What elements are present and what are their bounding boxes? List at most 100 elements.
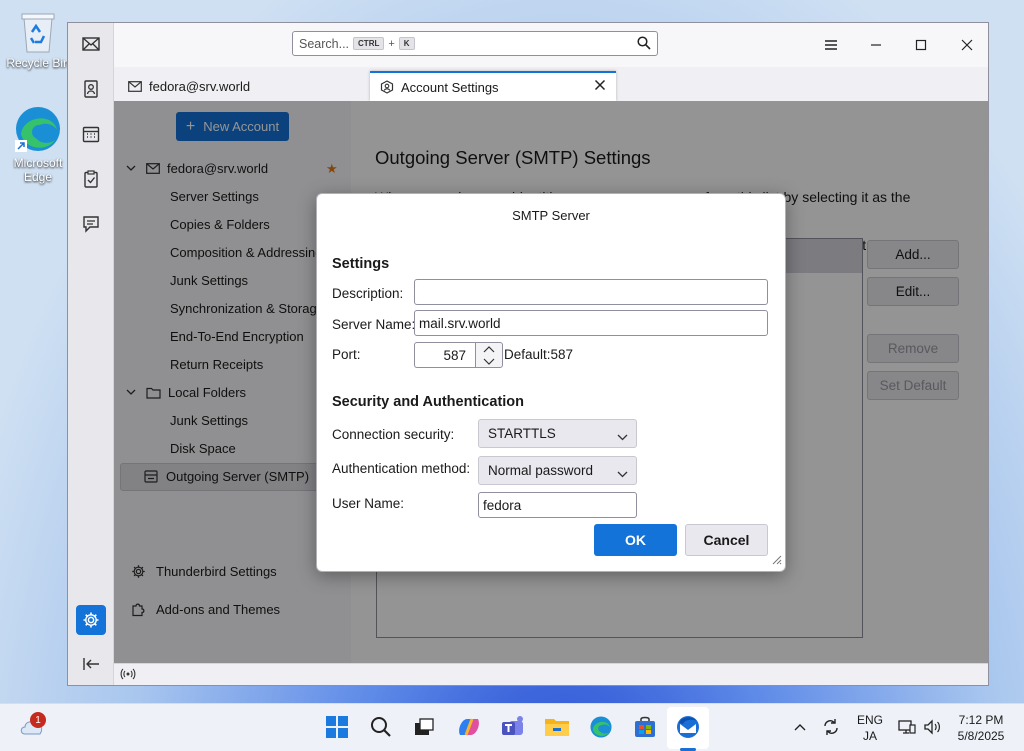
calendar-icon xyxy=(82,126,100,143)
connection-security-label: Connection security: xyxy=(332,427,455,442)
security-header: Security and Authentication xyxy=(332,394,525,410)
stepper-down-icon[interactable] xyxy=(476,355,502,367)
store-button[interactable] xyxy=(631,713,659,741)
app-menu-button[interactable] xyxy=(821,35,841,55)
global-search-input[interactable]: Search... CTRL + K xyxy=(292,31,658,56)
mail-icon xyxy=(82,37,100,51)
clock[interactable]: 7:12 PM 5/8/2025 xyxy=(948,712,1014,744)
port-label: Port: xyxy=(332,347,361,362)
gear-icon xyxy=(83,612,99,628)
copilot-button[interactable] xyxy=(455,713,483,741)
copilot-icon xyxy=(459,718,479,736)
address-book-space-button[interactable] xyxy=(76,74,106,104)
title-bar: Search... CTRL + K xyxy=(114,23,988,67)
chevron-up-icon xyxy=(794,724,806,731)
chat-icon xyxy=(83,216,99,233)
task-view-button[interactable] xyxy=(410,713,438,741)
port-stepper[interactable] xyxy=(475,342,503,368)
tab-account-settings-label: Account Settings xyxy=(401,79,499,95)
chevron-down-icon xyxy=(617,466,628,481)
recycle-bin-icon xyxy=(21,13,55,53)
sync-icon xyxy=(824,719,838,735)
thunderbird-icon xyxy=(677,716,699,738)
edge-label: Microsoft Edge xyxy=(13,156,63,184)
minimize-icon xyxy=(871,44,881,46)
minimize-button[interactable] xyxy=(866,35,886,55)
online-status-icon[interactable] xyxy=(120,667,136,684)
recycle-bin-label: Recycle Bin xyxy=(6,56,70,70)
calendar-space-button[interactable] xyxy=(76,119,106,149)
cancel-button[interactable]: Cancel xyxy=(685,524,768,556)
close-icon xyxy=(961,39,973,51)
chevron-down-icon xyxy=(617,429,628,444)
connection-security-select[interactable]: STARTTLS xyxy=(478,419,637,448)
desktop-icon-edge[interactable]: Microsoft Edge xyxy=(3,104,73,184)
sync-tray-button[interactable] xyxy=(817,713,845,741)
search-placeholder: Search... xyxy=(299,36,350,51)
server-name-label: Server Name: xyxy=(332,317,416,332)
windows-start-icon xyxy=(326,716,348,738)
connection-security-value: STARTTLS xyxy=(488,426,556,441)
language-bottom: JA xyxy=(862,729,877,743)
port-default-text: Default:587 xyxy=(504,347,574,362)
auth-method-value: Normal password xyxy=(488,463,594,478)
resize-grip-icon[interactable] xyxy=(770,553,782,568)
username-label: User Name: xyxy=(332,496,405,511)
maximize-icon xyxy=(915,39,927,51)
collapse-left-icon xyxy=(83,658,99,670)
description-input[interactable] xyxy=(414,279,768,305)
edge-taskbar-button[interactable] xyxy=(587,713,615,741)
account-settings-icon xyxy=(380,80,394,94)
tab-mail[interactable]: fedora@srv.world xyxy=(118,71,364,101)
maximize-button[interactable] xyxy=(911,35,931,55)
smtp-server-dialog: SMTP Server Settings Description: Server… xyxy=(316,193,786,572)
username-input[interactable]: fedora xyxy=(478,492,637,518)
mail-space-button[interactable] xyxy=(76,29,106,59)
notification-badge: 1 xyxy=(30,712,46,728)
desktop-icon-recycle-bin[interactable]: Recycle Bin xyxy=(3,10,73,70)
stepper-up-icon[interactable] xyxy=(476,343,502,355)
show-hidden-icons-button[interactable] xyxy=(786,713,814,741)
status-bar xyxy=(114,663,988,685)
chat-space-button[interactable] xyxy=(76,209,106,239)
dialog-title: SMTP Server xyxy=(512,208,590,223)
close-tab-icon[interactable] xyxy=(594,79,606,94)
volume-tray-button[interactable] xyxy=(918,713,946,741)
tab-account-settings[interactable]: Account Settings xyxy=(370,71,616,101)
port-input[interactable]: 587 xyxy=(414,342,476,368)
thunderbird-taskbar-button[interactable] xyxy=(674,713,702,741)
ok-button[interactable]: OK xyxy=(594,524,677,556)
taskbar-search-button[interactable] xyxy=(367,713,395,741)
shortcut-key-k: K xyxy=(398,37,415,50)
file-explorer-button[interactable] xyxy=(543,713,571,741)
task-view-icon xyxy=(415,718,434,735)
language-top: ENG xyxy=(856,713,883,727)
collapse-spaces-button[interactable] xyxy=(76,649,106,679)
store-icon xyxy=(635,716,655,737)
network-icon xyxy=(898,720,916,734)
start-button[interactable] xyxy=(323,713,351,741)
tab-bar: fedora@srv.world Account Settings xyxy=(114,67,988,101)
auth-method-label: Authentication method: xyxy=(332,461,471,476)
mail-icon xyxy=(128,80,142,92)
settings-space-button[interactable] xyxy=(76,605,106,635)
speaker-icon xyxy=(924,719,940,735)
tasks-space-button[interactable] xyxy=(76,164,106,194)
tasks-icon xyxy=(84,170,98,188)
spaces-toolbar xyxy=(68,23,114,685)
search-icon xyxy=(637,36,651,53)
edge-icon xyxy=(590,716,612,738)
input-language-indicator[interactable]: ENG JA xyxy=(854,712,886,744)
auth-method-select[interactable]: Normal password xyxy=(478,456,637,485)
clock-date: 5/8/2025 xyxy=(957,729,1005,743)
close-window-button[interactable] xyxy=(957,35,977,55)
description-label: Description: xyxy=(332,286,404,301)
shortcut-plus: + xyxy=(388,37,395,50)
address-book-icon xyxy=(84,80,98,98)
search-icon xyxy=(371,717,391,737)
network-tray-button[interactable] xyxy=(893,713,921,741)
shortcut-key-ctrl: CTRL xyxy=(353,37,385,50)
teams-button[interactable] xyxy=(499,713,527,741)
clock-time: 7:12 PM xyxy=(958,713,1004,727)
server-name-input[interactable]: mail.srv.world xyxy=(414,310,768,336)
